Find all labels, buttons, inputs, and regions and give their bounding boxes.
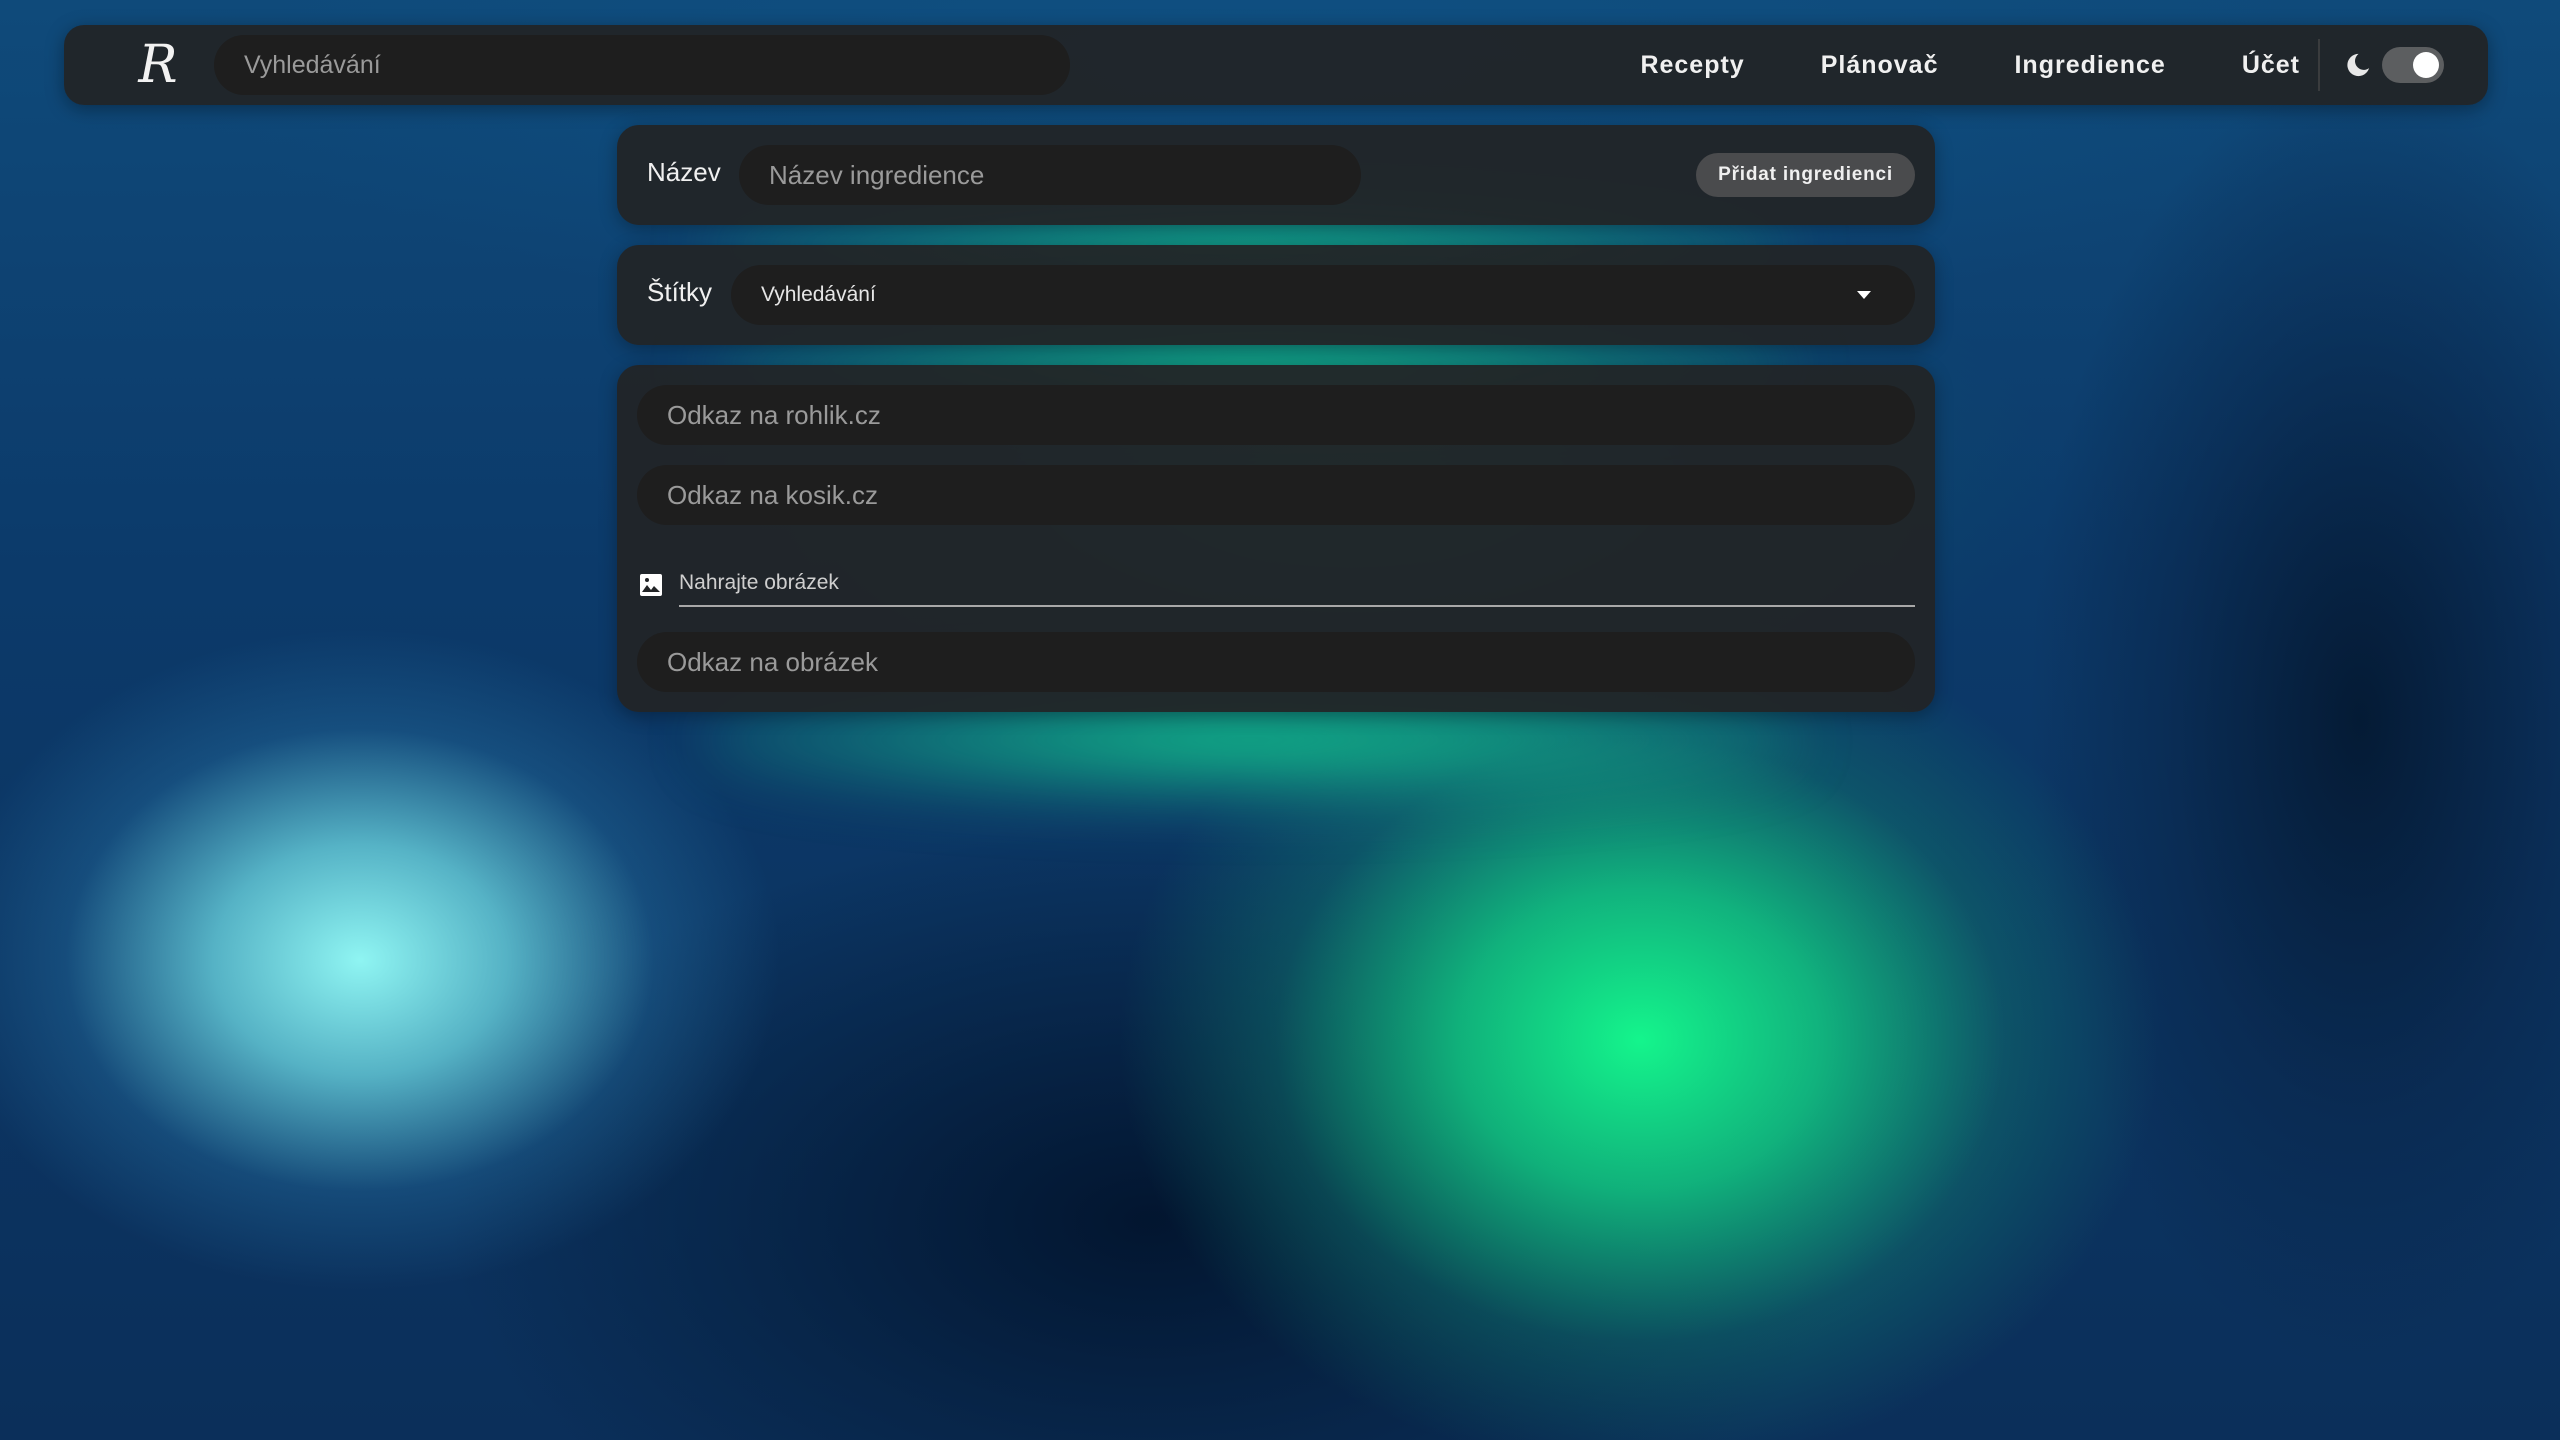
name-label: Název (647, 157, 721, 187)
ingredient-name-input[interactable] (739, 145, 1361, 205)
image-upload-field[interactable]: Nahrajte obrázek (637, 565, 1915, 607)
upload-label: Nahrajte obrázek (679, 571, 839, 594)
nav-divider (2318, 39, 2320, 91)
nav-links: Recepty Plánovač Ingredience Účet (1640, 25, 2300, 105)
image-url-input[interactable] (637, 632, 1915, 692)
add-ingredient-button[interactable]: Přidat ingredienci (1696, 153, 1915, 197)
rohlik-link-input[interactable] (637, 385, 1915, 445)
tags-card: Štítky Vyhledávání (617, 245, 1935, 345)
moon-icon (2347, 53, 2370, 77)
nav-link-recepty[interactable]: Recepty (1640, 51, 1744, 80)
image-icon (640, 574, 662, 596)
nav-link-planovac[interactable]: Plánovač (1821, 51, 1939, 80)
search-input[interactable] (214, 35, 1070, 95)
chevron-down-icon (1857, 291, 1871, 299)
nav-link-ucet[interactable]: Účet (2242, 51, 2300, 80)
links-card: Nahrajte obrázek (617, 365, 1935, 712)
toggle-knob (2413, 52, 2439, 78)
upload-underline (679, 605, 1915, 607)
tags-select[interactable]: Vyhledávání (731, 265, 1915, 325)
app-logo[interactable]: R (128, 35, 188, 95)
tags-label: Štítky (647, 277, 713, 307)
top-navbar: R Recepty Plánovač Ingredience Účet (64, 25, 2488, 105)
ingredient-name-card: Název Přidat ingredienci (617, 125, 1935, 225)
kosik-link-input[interactable] (637, 465, 1915, 525)
nav-link-ingredience[interactable]: Ingredience (2014, 51, 2165, 80)
dark-mode-toggle[interactable] (2382, 47, 2444, 83)
tags-select-value: Vyhledávání (761, 283, 876, 306)
